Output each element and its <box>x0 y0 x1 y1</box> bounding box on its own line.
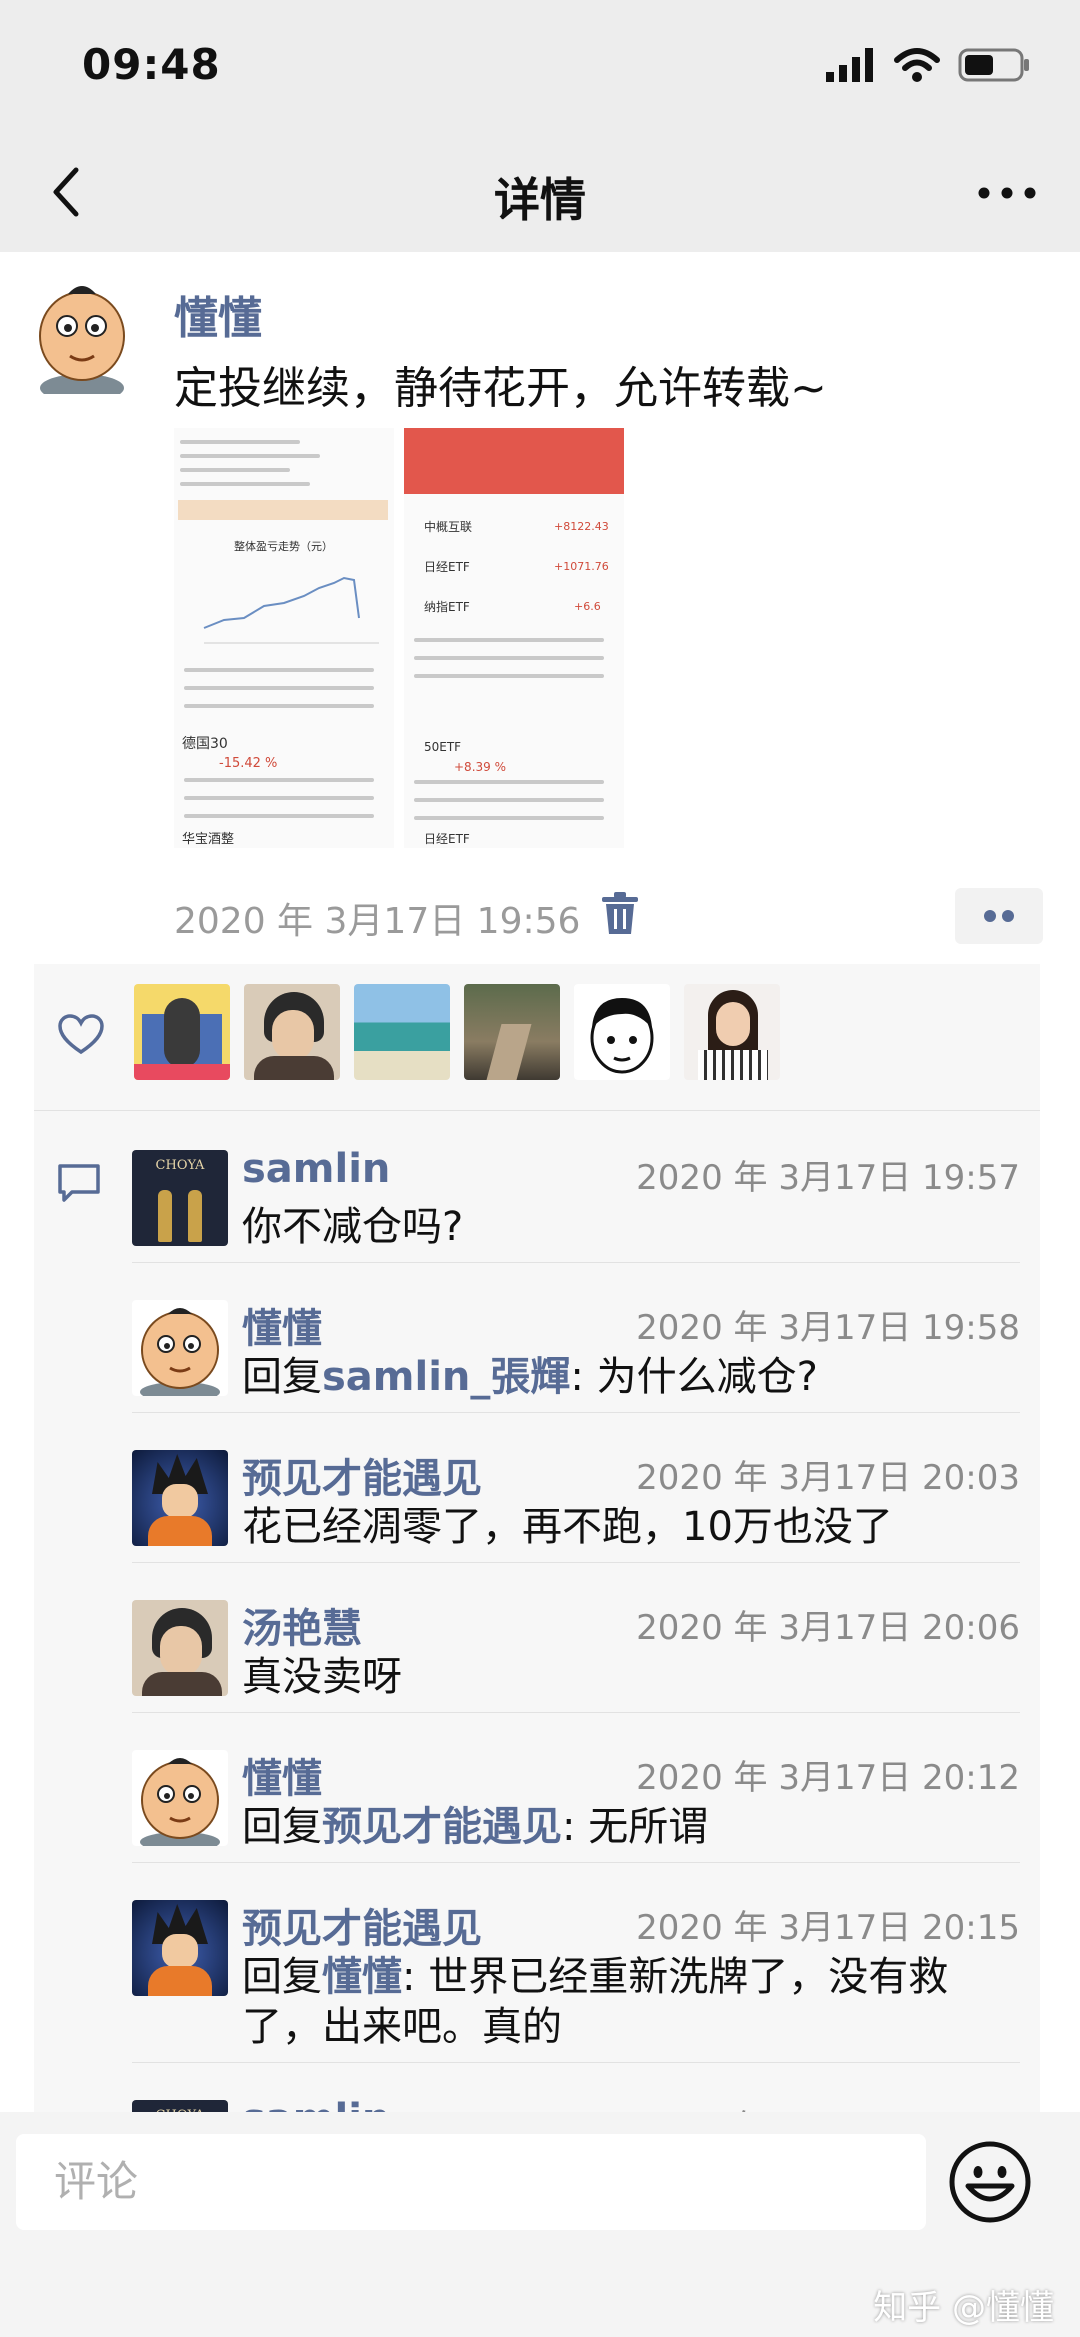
comment-input[interactable]: 评论 <box>16 2134 926 2230</box>
comment-text: 回复预见才能遇见: 无所谓 <box>242 1804 709 1850</box>
comment-icon <box>58 1164 100 1202</box>
comment-time: 2020 年 3月17日 19:58 <box>636 1308 1020 1348</box>
reply-target-link[interactable]: 预见才能遇见 <box>322 1804 562 1850</box>
commenter-avatar[interactable] <box>132 1900 228 1996</box>
commenter-avatar[interactable] <box>132 1450 228 1546</box>
reply-target-link[interactable]: samlin_張輝 <box>322 1354 570 1400</box>
comment-text: 花已经凋零了，再不跑，10万也没了 <box>242 1504 893 1550</box>
comment-time: 2020 年 3月17日 21:57 <box>636 2100 1020 2112</box>
more-options-icon[interactable] <box>972 168 1042 218</box>
divider <box>132 1262 1020 1263</box>
two-dots-icon <box>984 910 1014 922</box>
comment-text: 真没卖呀 <box>242 1654 402 1700</box>
post-text: 定投继续，静待花开，允许转载~ <box>174 363 827 414</box>
liker-avatar[interactable] <box>244 984 340 1080</box>
fund-change-1: -15.42 % <box>219 756 278 771</box>
comment-time: 2020 年 3月17日 20:03 <box>636 1458 1020 1498</box>
image-red-header <box>404 428 624 494</box>
comment-text: 回复懂懂: 世界已经重新洗牌了，没有救了，出来吧。真的 <box>242 1954 949 2050</box>
liker-avatar[interactable] <box>134 984 230 1080</box>
commenter-name[interactable]: samlin <box>242 2096 390 2112</box>
status-icons <box>826 48 1030 82</box>
divider <box>132 1412 1020 1413</box>
commenter-avatar[interactable] <box>132 1750 228 1846</box>
post-image[interactable]: 中概互联 +8122.43 日经ETF +1071.76 纳指ETF +6.6 … <box>404 428 624 848</box>
image-header-text <box>180 440 380 500</box>
chart-title: 整体盈亏走势（元） <box>234 540 333 553</box>
comment-text: 你不减仓吗? <box>242 1204 464 1250</box>
comment-time: 2020 年 3月17日 20:06 <box>636 1608 1020 1648</box>
heart-icon <box>58 1014 104 1055</box>
comment-time: 2020 年 3月17日 20:15 <box>636 1908 1020 1948</box>
battery-icon <box>958 48 1029 82</box>
nav-bar: 详情 <box>0 140 1080 252</box>
commenter-name[interactable]: 懂懂 <box>242 1296 322 1354</box>
interaction-panel: CHOYA samlin 2020 年 3月17日 19:57 你不减仓吗? 懂… <box>34 964 1040 2112</box>
liker-avatar[interactable] <box>574 984 670 1080</box>
divider <box>132 1862 1020 1863</box>
commenter-avatar[interactable] <box>132 1600 228 1696</box>
commenter-name[interactable]: 汤艳慧 <box>242 1596 362 1654</box>
post-image[interactable]: 整体盈亏走势（元） 德国30 -15.42 % 华宝酒整 <box>174 428 394 848</box>
comment-time: 2020 年 3月17日 20:12 <box>636 1758 1020 1798</box>
wifi-icon <box>894 48 940 82</box>
commenter-name[interactable]: 预见才能遇见 <box>242 1896 482 1954</box>
comment-time: 2020 年 3月17日 19:57 <box>636 1158 1020 1198</box>
comment-text: 回复samlin_張輝: 为什么减仓? <box>242 1354 818 1400</box>
reply-target-link[interactable]: 懂懂 <box>322 1954 402 2000</box>
fund-name-2: 华宝酒整 <box>182 832 235 847</box>
commenter-avatar[interactable] <box>132 1300 228 1396</box>
divider <box>132 1562 1020 1563</box>
post-detail: 懂懂 定投继续，静待花开，允许转载~ 整体盈亏走势（元） 德国30 -15.42… <box>0 252 1080 2112</box>
commenter-name[interactable]: 预见才能遇见 <box>242 1446 482 1504</box>
page-title: 详情 <box>494 173 586 227</box>
signal-icon <box>826 48 873 82</box>
fund-name-1: 德国30 <box>182 736 228 752</box>
liker-avatar[interactable] <box>464 984 560 1080</box>
performance-chart <box>203 576 379 644</box>
divider <box>34 1110 1040 1111</box>
commenter-name[interactable]: samlin <box>242 1146 390 1192</box>
action-menu-button[interactable] <box>955 888 1043 944</box>
status-time: 09:48 <box>82 40 221 89</box>
emoji-icon[interactable] <box>948 2140 1032 2224</box>
commenter-name[interactable]: 懂懂 <box>242 1746 322 1804</box>
post-timestamp: 2020 年 3月17日 19:56 <box>174 901 581 942</box>
watermark: 知乎 @懂懂 <box>873 2288 1054 2328</box>
post-author[interactable]: 懂懂 <box>174 282 262 346</box>
delete-icon[interactable] <box>600 892 640 936</box>
liker-avatar[interactable] <box>354 984 450 1080</box>
author-avatar[interactable] <box>34 276 130 394</box>
status-bar: 09:48 <box>0 0 1080 140</box>
divider <box>132 2062 1020 2063</box>
commenter-avatar[interactable]: CHOYA <box>132 2100 228 2112</box>
commenter-avatar[interactable]: CHOYA <box>132 1150 228 1246</box>
divider <box>132 1712 1020 1713</box>
liker-avatar[interactable] <box>684 984 780 1080</box>
